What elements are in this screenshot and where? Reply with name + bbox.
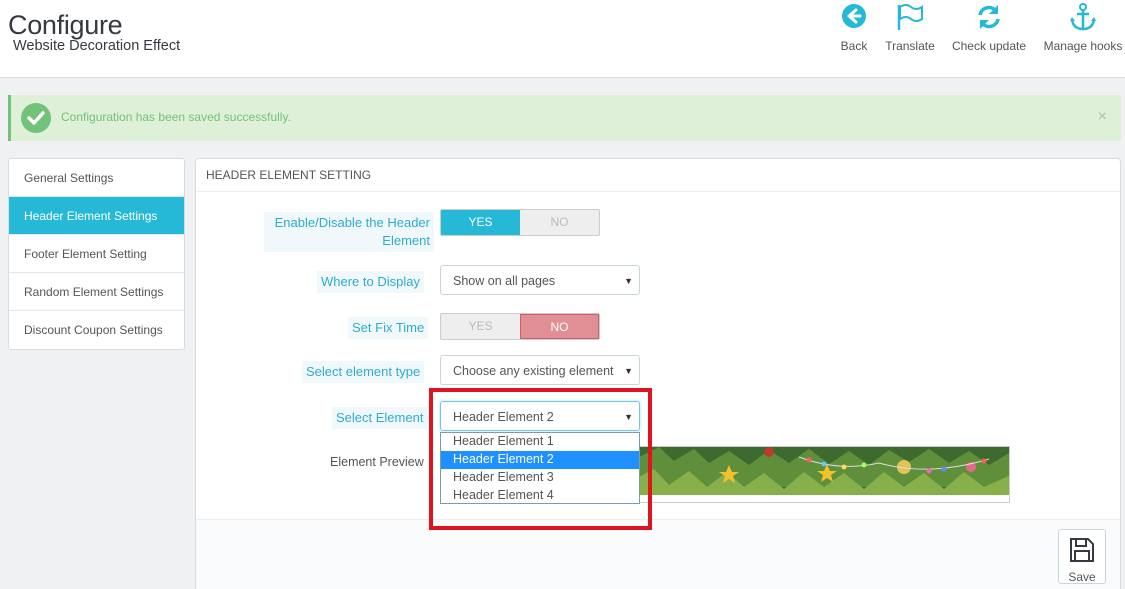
check-update-label: Check update — [951, 39, 1027, 53]
enable-header-switch[interactable]: YES NO — [440, 209, 600, 236]
option-header-element-3[interactable]: Header Element 3 — [441, 469, 639, 487]
flag-icon — [897, 4, 923, 30]
element-type-select[interactable]: Choose any existing element ▼ — [440, 355, 640, 385]
set-fix-time-label: Set Fix Time — [348, 317, 429, 339]
sidebar-item-general[interactable]: General Settings — [9, 159, 184, 197]
chevron-down-icon: ▼ — [624, 276, 633, 286]
save-label: Save — [1068, 570, 1096, 584]
sidebar-item-footer-element[interactable]: Footer Element Setting — [9, 235, 184, 273]
close-icon[interactable]: × — [1098, 108, 1107, 126]
element-preview-label: Element Preview — [330, 455, 424, 469]
manage-hooks-button[interactable]: Manage hooks — [1042, 3, 1124, 53]
select-element-select[interactable]: Header Element 2 ▼ — [440, 401, 640, 431]
enable-no-option[interactable]: NO — [520, 210, 599, 235]
panel-footer — [196, 519, 1120, 589]
sidebar-item-discount-coupon[interactable]: Discount Coupon Settings — [9, 311, 184, 349]
manage-hooks-label: Manage hooks — [1043, 39, 1123, 53]
element-type-label: Select element type — [302, 361, 425, 383]
sidebar-item-header-element[interactable]: Header Element Settings — [9, 197, 184, 235]
sidebar-item-random-element[interactable]: Random Element Settings — [9, 273, 184, 311]
set-fix-time-switch[interactable]: YES NO — [440, 313, 600, 340]
page-subtitle: Website Decoration Effect — [13, 38, 181, 54]
check-circle-icon — [21, 103, 51, 133]
anchor-icon — [1070, 3, 1096, 31]
option-header-element-1[interactable]: Header Element 1 — [441, 433, 639, 451]
translate-button[interactable]: Translate — [882, 3, 938, 53]
element-preview-image — [638, 446, 1010, 503]
translate-label: Translate — [885, 39, 935, 53]
back-label: Back — [840, 39, 868, 53]
page-header: Configure Website Decoration Effect Back… — [0, 0, 1125, 78]
where-to-display-label: Where to Display — [317, 271, 424, 293]
enable-header-label: Enable/Disable the Header Element — [264, 212, 434, 252]
enable-yes-option[interactable]: YES — [441, 210, 520, 235]
success-alert: Configuration has been saved successfull… — [8, 95, 1121, 141]
option-header-element-4[interactable]: Header Element 4 — [441, 487, 639, 505]
arrow-left-circle-icon — [842, 4, 866, 28]
save-button[interactable]: Save — [1058, 529, 1106, 584]
chevron-down-icon: ▼ — [624, 366, 633, 376]
page-title: Configure — [8, 10, 123, 40]
element-type-value: Choose any existing element — [453, 364, 614, 378]
where-to-display-value: Show on all pages — [453, 274, 556, 288]
refresh-icon — [978, 5, 1000, 29]
where-to-display-select[interactable]: Show on all pages ▼ — [440, 265, 640, 295]
select-element-value: Header Element 2 — [453, 410, 554, 424]
alert-message: Configuration has been saved successfull… — [61, 110, 291, 124]
back-button[interactable]: Back — [838, 3, 870, 53]
floppy-disk-icon — [1070, 538, 1094, 562]
check-update-button[interactable]: Check update — [950, 3, 1028, 53]
option-header-element-2[interactable]: Header Element 2 — [441, 451, 639, 469]
fixtime-no-option[interactable]: NO — [520, 314, 599, 339]
panel-heading: HEADER ELEMENT SETTING — [196, 159, 1120, 192]
chevron-down-icon: ▼ — [624, 412, 633, 422]
settings-sidebar: General Settings Header Element Settings… — [8, 158, 185, 350]
select-element-dropdown: Header Element 1 Header Element 2 Header… — [440, 432, 640, 504]
select-element-label: Select Element — [332, 407, 428, 429]
fixtime-yes-option[interactable]: YES — [441, 314, 520, 339]
